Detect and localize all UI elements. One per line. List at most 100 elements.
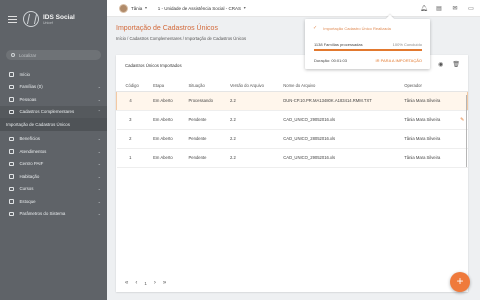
family-icon: [9, 84, 14, 89]
table-row[interactable]: 3 Em Aberto Pendente 2.2 CAD_UNICO_29052…: [116, 110, 468, 130]
column-header[interactable]: Operador: [395, 80, 452, 92]
table-scrollbar[interactable]: [465, 95, 467, 167]
cell-operator: Tânia Mara Silveira: [395, 129, 452, 149]
brand-subtitle: Unicef: [43, 20, 53, 25]
sidebar-item-beneficios[interactable]: Benefícios ⌄: [0, 133, 107, 146]
chevron-down-icon: ⌄: [97, 96, 101, 102]
folder-icon: [9, 109, 14, 114]
unit-selector[interactable]: 1 - Unidade de Assistência Social - CRAS: [158, 6, 241, 11]
cell-operator: Tânia Mara Silveira: [395, 91, 452, 111]
benefit-icon: [9, 136, 14, 141]
view-icon[interactable]: ◉: [438, 61, 443, 68]
sidebar-item-label: Centro PAIF: [19, 161, 44, 167]
sidebar-subitem-importacao[interactable]: Importação de Cadastros Únicos: [0, 118, 107, 131]
go-to-import-link[interactable]: IR PARA A IMPORTAÇÃO: [376, 58, 422, 63]
cell-operator: Tânia Mara Silveira: [395, 110, 452, 130]
chevron-down-icon: ⌄: [97, 186, 101, 192]
actions-header: [451, 80, 468, 92]
edit-icon[interactable]: ✎: [460, 117, 464, 123]
sidebar-item-pessoas[interactable]: Pessoas ⌄: [0, 93, 107, 106]
prev-page-icon[interactable]: ‹: [135, 280, 137, 286]
sidebar-item-label: Atendimentos: [19, 148, 47, 154]
brand-title: IDS Social: [43, 13, 75, 21]
cell-code: 2: [116, 129, 145, 149]
cell-filename: CAD_UNICO_28052016.xls: [274, 129, 396, 149]
sidebar-item-label: Pessoas: [19, 96, 37, 102]
notification-status: Importação Cadastro Único Realizada: [323, 25, 391, 31]
sidebar-item-label: Parâmetros do Sistema: [19, 211, 66, 217]
column-header[interactable]: Versão do Arquivo: [220, 80, 275, 92]
column-header[interactable]: Situação: [179, 80, 221, 92]
cell-status: Processando: [179, 91, 221, 111]
trash-icon[interactable]: 🗑︎: [452, 61, 460, 68]
messages-icon[interactable]: ▤: [436, 6, 442, 12]
logo-icon: [23, 11, 39, 27]
sidebar-item-cursos[interactable]: Cursos ⌄: [0, 183, 107, 196]
notification-dropdown: ✓ Importação Cadastro Único Realizada 11…: [305, 14, 430, 69]
imports-table: Código Etapa Situação Versão do Arquivo …: [116, 80, 469, 168]
cell-stage: Em Aberto: [144, 110, 180, 130]
sidebar-item-label: Importação de Cadastros Únicos: [6, 121, 70, 127]
sidebar-item-label: Estoque: [19, 198, 36, 204]
sidebar-item-habitacao[interactable]: Habitação ⌄: [0, 170, 107, 183]
search-icon: [11, 53, 15, 57]
user-name[interactable]: Tânia: [131, 6, 142, 11]
sidebar-item-atendimentos[interactable]: Atendimentos ⌄: [0, 145, 107, 158]
sidebar-item-label: Início: [19, 71, 31, 77]
mail-icon[interactable]: ✉︎: [452, 6, 458, 12]
chevron-down-icon[interactable]: ▼: [243, 6, 246, 10]
sidebar-item-familias[interactable]: Famílias (0) ⌄: [0, 81, 107, 94]
chevron-down-icon[interactable]: ▼: [144, 6, 147, 10]
cell-filename: CAD_UNICO_29052016.xls: [274, 110, 396, 130]
sidebar-item-label: Habitação: [19, 173, 40, 179]
cell-stage: Em Aberto: [144, 91, 180, 111]
progress-fill: [314, 49, 422, 51]
sidebar-item-label: Cursos: [19, 186, 34, 192]
add-button[interactable]: +: [450, 272, 470, 292]
chevron-down-icon: ⌄: [97, 198, 101, 204]
cell-status: Pendente: [179, 110, 221, 130]
progress-bar: [314, 49, 422, 51]
menu-icon[interactable]: [8, 15, 17, 23]
sidebar-item-parametros[interactable]: Parâmetros do Sistema ⌄: [0, 208, 107, 221]
avatar[interactable]: [119, 3, 128, 13]
sidebar-item-estoque[interactable]: Estoque ⌄: [0, 195, 107, 208]
sidebar-item-cadastros-complementares[interactable]: Cadastros Complementares ⌃: [0, 105, 107, 118]
breadcrumb[interactable]: Início / Cadastros Complementares / Impo…: [116, 36, 246, 41]
chevron-down-icon: ⌄: [97, 211, 101, 217]
table-row[interactable]: 1 Em Aberto Pendente 2.2 CAD_UNICO_29052…: [116, 148, 468, 168]
sidebar-search[interactable]: [6, 50, 101, 60]
cell-stage: Em Aberto: [144, 129, 180, 149]
first-page-icon[interactable]: «: [125, 280, 128, 286]
chevron-down-icon: ⌄: [97, 84, 101, 90]
check-icon: ✓: [313, 25, 318, 31]
home-icon: [9, 72, 14, 77]
center-icon: [9, 161, 14, 166]
topbar: Tânia ▼ 1 - Unidade de Assistência Socia…: [107, 0, 480, 17]
table-row[interactable]: 4 Em Aberto Processando 2.2 DUN-CP.10.PR…: [116, 91, 469, 111]
processed-count: 1138 Famílias processadas: [314, 42, 363, 47]
chat-icon[interactable]: ▭: [468, 6, 474, 12]
bell-icon[interactable]: 🔔︎: [420, 6, 428, 12]
cell-code: 1: [116, 148, 145, 168]
chevron-down-icon: ⌄: [97, 148, 101, 154]
last-page-icon[interactable]: »: [163, 280, 166, 286]
column-header[interactable]: Código: [116, 80, 145, 92]
cell-version: 2.2: [220, 129, 275, 149]
chevron-down-icon: ⌄: [97, 161, 101, 167]
column-header[interactable]: Etapa: [144, 80, 180, 92]
next-page-icon[interactable]: ›: [154, 280, 156, 286]
cell-version: 2.2: [220, 110, 275, 130]
column-header[interactable]: Nome do Arquivo: [274, 80, 396, 92]
sidebar-item-label: Famílias (0): [19, 84, 43, 90]
cell-stage: Em Aberto: [144, 148, 180, 168]
sidebar-item-centro-paif[interactable]: Centro PAIF ⌄: [0, 158, 107, 171]
cell-status: Pendente: [179, 129, 221, 149]
current-page[interactable]: 1: [144, 281, 147, 286]
brand: IDS Social Unicef: [0, 0, 107, 38]
search-input[interactable]: [19, 52, 99, 58]
sidebar-item-inicio[interactable]: Início: [0, 68, 107, 81]
cell-status: Pendente: [179, 148, 221, 168]
table-row[interactable]: 2 Em Aberto Pendente 2.2 CAD_UNICO_28052…: [116, 129, 468, 149]
house-icon: [9, 174, 14, 179]
